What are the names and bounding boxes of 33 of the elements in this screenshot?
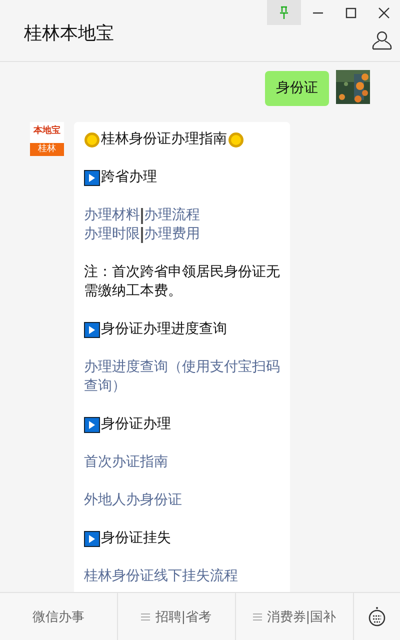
menu-button[interactable]: 招聘|省考: [118, 593, 236, 640]
list-icon: [141, 612, 150, 620]
maximize-icon: [344, 6, 356, 18]
note-text: 注：首次跨省申领居民身份证无需缴纳工本费。: [84, 263, 281, 301]
link[interactable]: 办理时限: [84, 225, 140, 244]
sun-icon: [84, 132, 100, 148]
sun-icon: [228, 132, 244, 148]
section-heading: 身份证挂失: [101, 529, 171, 548]
link[interactable]: 外地人办身份证: [84, 491, 182, 510]
link[interactable]: 首次办证指南: [84, 453, 168, 472]
window-title: 桂林本地宝: [24, 22, 114, 45]
link[interactable]: 办理费用: [144, 225, 200, 244]
pin-icon: [278, 6, 290, 20]
keyboard-icon: [368, 606, 386, 628]
menu-button[interactable]: 微信办事: [0, 593, 118, 640]
person-icon[interactable]: [372, 30, 392, 50]
play-icon: [84, 322, 100, 338]
link[interactable]: 办理进度查询（使用支付宝扫码查询）: [84, 358, 282, 396]
section-heading: 跨省办理: [101, 168, 157, 187]
link[interactable]: 办理流程: [144, 206, 200, 225]
list-icon: [252, 612, 262, 620]
menu-button[interactable]: 消费券|国补: [236, 593, 354, 640]
link[interactable]: 桂林身份证线下挂失流程: [84, 567, 238, 586]
close-icon: [378, 6, 390, 18]
link[interactable]: 办理材料: [84, 206, 140, 225]
avatar-logo: 本地宝 桂林: [30, 122, 64, 156]
section-heading: 身份证办理进度查询: [101, 320, 227, 339]
play-icon: [84, 416, 100, 432]
section-heading: 身份证办理: [101, 415, 171, 434]
play-icon: [84, 530, 100, 546]
play-icon: [84, 170, 100, 186]
message-title: 桂林身份证办理指南: [101, 130, 227, 149]
sent-message: 身份证: [265, 71, 329, 106]
